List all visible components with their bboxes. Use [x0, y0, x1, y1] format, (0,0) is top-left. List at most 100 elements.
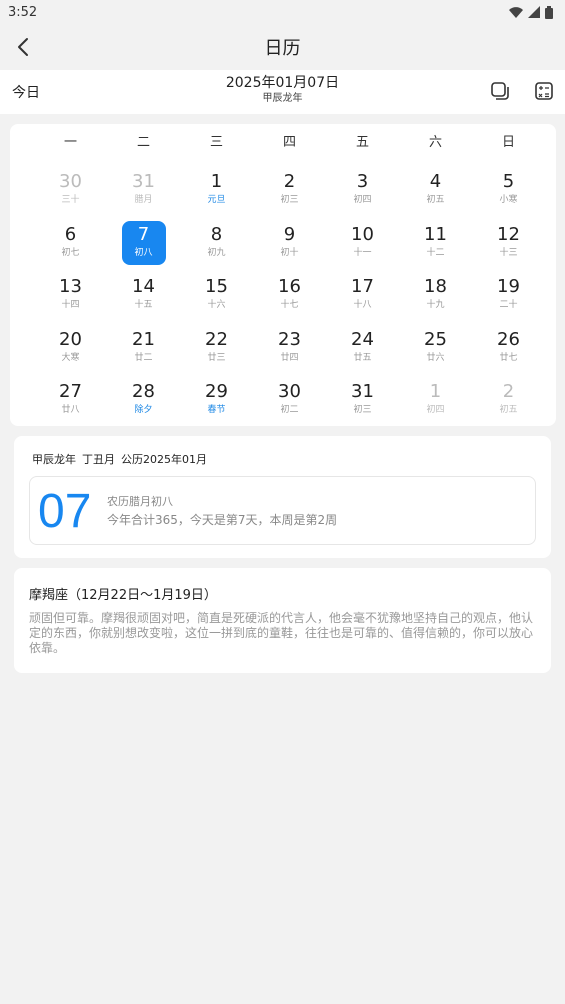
- today-button[interactable]: 今日: [12, 82, 40, 102]
- calendar-day[interactable]: 19 二十: [472, 273, 545, 319]
- calendar-week-row: 30 三十 31 腊月 1 元旦 2 初三 3 初四 4 初五 5 小寒: [34, 168, 545, 221]
- day-info-card: 甲辰龙年 丁丑月 公历2025年01月 07 农历腊月初八 今年合计365，今天是第…: [14, 436, 551, 558]
- copy-button[interactable]: [489, 80, 511, 102]
- calendar-day-selected[interactable]: 7 初八: [107, 221, 180, 267]
- zodiac-card: 摩羯座（12月22日～1月19日） 顽固但可靠。摩羯很顽固对吧，简直是死硬派的代…: [14, 568, 551, 673]
- day-lunar-label: 初三: [280, 195, 299, 205]
- calendar-day[interactable]: 3 初四: [326, 168, 399, 214]
- status-icons: [509, 5, 553, 19]
- calendar-day[interactable]: 23 廿四: [253, 326, 326, 372]
- wifi-icon: [509, 6, 523, 18]
- current-date-label: 2025年01月07日: [225, 75, 340, 91]
- day-lunar-label: 二十: [499, 300, 518, 311]
- calculator-icon: [535, 82, 553, 100]
- day-lunar-label: 三十: [61, 195, 80, 205]
- calendar-day[interactable]: 10 十一: [326, 221, 399, 267]
- day-number: 2: [502, 381, 515, 403]
- calendar-day[interactable]: 8 初九: [180, 221, 253, 267]
- calendar-day[interactable]: 27 廿八: [34, 378, 107, 424]
- calendar-day[interactable]: 26 廿七: [472, 326, 545, 372]
- calendar-day[interactable]: 13 十四: [34, 273, 107, 319]
- calendar-day[interactable]: 28 除夕: [107, 378, 180, 424]
- day-lunar-label: 廿八: [61, 405, 80, 416]
- day-lunar-label: 初八: [134, 247, 153, 258]
- day-lunar-label: 初九: [207, 247, 226, 258]
- day-number: 23: [278, 328, 301, 350]
- day-lunar-label: 初七: [61, 247, 80, 258]
- current-date: 2025年01月07日 甲辰龙年: [0, 74, 565, 106]
- calendar-day[interactable]: 25 廿六: [399, 326, 472, 372]
- day-number: 24: [351, 328, 374, 350]
- calendar-day[interactable]: 30 初二: [253, 378, 326, 424]
- day-number: 19: [497, 276, 520, 298]
- day-number: 27: [59, 381, 82, 403]
- day-number: 2: [283, 171, 296, 192]
- calendar-day[interactable]: 31 初三: [326, 378, 399, 424]
- calendar-day[interactable]: 1 元旦: [180, 168, 253, 214]
- weekday-sat: 六: [428, 135, 442, 150]
- day-lunar-label: 廿六: [426, 352, 445, 363]
- calendar-day[interactable]: 22 廿三: [180, 326, 253, 372]
- day-number: 6: [64, 223, 77, 245]
- page-title: 日历: [264, 38, 301, 59]
- day-lunar-label: 十五: [134, 300, 153, 311]
- calendar-day[interactable]: 12 十三: [472, 221, 545, 267]
- calendar-day[interactable]: 29 春节: [180, 378, 253, 424]
- calendar-week-row: 6 初七 7 初八 8 初九 9 初十 10 十一 11 十二 12 十三: [34, 221, 545, 274]
- day-number: 16: [278, 276, 301, 298]
- lunar-date: 农历腊月初八: [107, 495, 173, 508]
- calendar-day[interactable]: 30 三十: [34, 168, 107, 214]
- back-button[interactable]: [8, 32, 38, 62]
- calendar-day[interactable]: 5 小寒: [472, 168, 545, 214]
- day-number: 25: [424, 328, 447, 350]
- calendar-grid: 30 三十 31 腊月 1 元旦 2 初三 3 初四 4 初五 5 小寒 6 初七 7 初八 8 初九 9 初十 10 十一 1…: [34, 168, 545, 431]
- day-number: 31: [351, 381, 374, 403]
- day-number: 7: [137, 223, 150, 245]
- calendar-day[interactable]: 24 廿五: [326, 326, 399, 372]
- day-lunar-label: 初二: [280, 405, 299, 416]
- calculator-button[interactable]: [533, 80, 555, 102]
- day-number: 20: [59, 328, 82, 350]
- day-number: 9: [283, 223, 296, 245]
- calendar-day[interactable]: 4 初五: [399, 168, 472, 214]
- calendar-day[interactable]: 21 廿二: [107, 326, 180, 372]
- calendar-day[interactable]: 11 十二: [399, 221, 472, 267]
- lunar-year-label: 甲辰龙年: [262, 93, 303, 104]
- calendar-day[interactable]: 9 初十: [253, 221, 326, 267]
- day-lunar-label: 腊月: [134, 195, 153, 205]
- calendar-day[interactable]: 20 大寒: [34, 326, 107, 372]
- calendar-day[interactable]: 15 十六: [180, 273, 253, 319]
- day-number: 15: [205, 276, 228, 298]
- status-bar: 3:52: [0, 0, 565, 24]
- day-lunar-label: 大寒: [61, 352, 80, 363]
- day-lunar-label: 十四: [61, 300, 80, 311]
- day-number: 30: [278, 381, 301, 403]
- calendar-day[interactable]: 6 初七: [34, 221, 107, 267]
- day-detail-box: 07 农历腊月初八 今年合计365，今天是第7天，本周是第2周: [29, 476, 536, 545]
- day-lunar-label: 初十: [280, 247, 299, 258]
- calendar-day[interactable]: 31 腊月: [107, 168, 180, 214]
- calendar-day[interactable]: 2 初五: [472, 378, 545, 424]
- calendar-day[interactable]: 16 十七: [253, 273, 326, 319]
- weekday-thu: 四: [282, 135, 296, 150]
- calendar-day[interactable]: 14 十五: [107, 273, 180, 319]
- day-lunar-label: 初五: [426, 195, 445, 205]
- calendar-day[interactable]: 1 初四: [399, 378, 472, 424]
- calendar-week-row: 13 十四 14 十五 15 十六 16 十七 17 十八 18 十九 19 二十: [34, 273, 545, 326]
- calendar-day[interactable]: 17 十八: [326, 273, 399, 319]
- day-lunar-label: 春节: [207, 405, 226, 416]
- weekday-mon: 一: [63, 135, 77, 150]
- calendar-day[interactable]: 18 十九: [399, 273, 472, 319]
- weekday-wed: 三: [209, 135, 223, 150]
- day-lunar-label: 廿五: [353, 352, 372, 363]
- day-number: 5: [502, 171, 515, 192]
- ganzhi-header: 甲辰龙年 丁丑月 公历2025年01月: [32, 451, 213, 467]
- day-lunar-label: 十七: [280, 300, 299, 311]
- day-lunar-label: 廿四: [280, 352, 299, 363]
- day-number: 28: [132, 381, 155, 403]
- day-lunar-label: 十六: [207, 300, 226, 311]
- day-number: 17: [351, 276, 374, 298]
- back-arrow-icon: [18, 38, 28, 56]
- calendar-day[interactable]: 2 初三: [253, 168, 326, 214]
- day-number: 3: [356, 171, 369, 192]
